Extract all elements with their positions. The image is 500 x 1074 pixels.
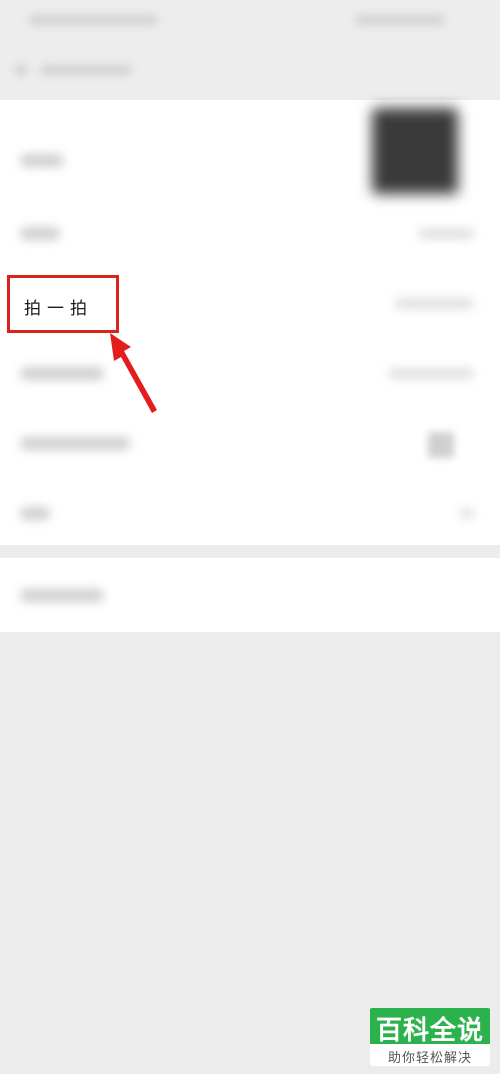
watermark-title: 百科全说 — [375, 1016, 484, 1046]
watermark-subtitle: 助你轻松解决 — [387, 1051, 472, 1066]
watermark-logo: 百科全说 助你轻松解决 — [370, 1008, 490, 1066]
red-arrow-icon — [110, 333, 157, 413]
wechat-profile-screen: 拍一拍 百科全说 助你轻松解决 — [0, 0, 500, 1074]
watermark-subtitle-strip: 助你轻松解决 — [370, 1044, 490, 1066]
